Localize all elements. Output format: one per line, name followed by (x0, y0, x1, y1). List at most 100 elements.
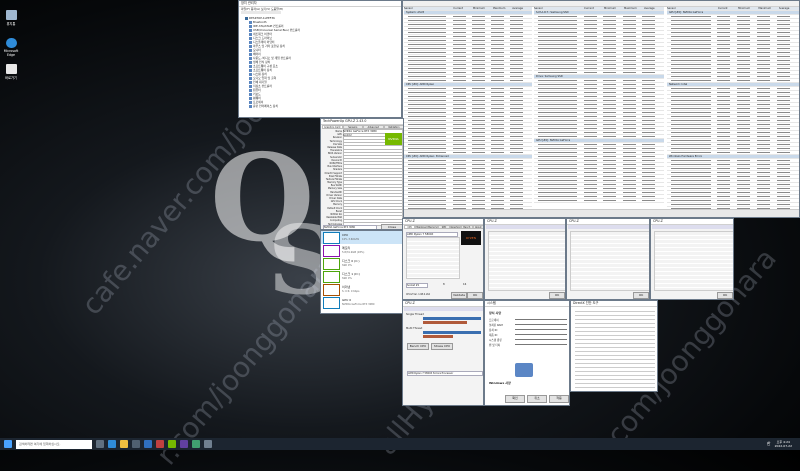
taskbar: 검색하려면 여기에 입력하십시오. 한 오후 4:24 2022-07-22 (0, 438, 800, 450)
sensor-name-placeholder (408, 112, 447, 113)
sensor-value-placeholder (642, 28, 655, 29)
stress-cpu-button[interactable]: Stress CPU (431, 343, 453, 350)
sensor-value-placeholder (583, 148, 597, 149)
sensor-value-placeholder (622, 144, 636, 145)
mini-graph (323, 231, 340, 244)
performance-list[interactable]: CPU 10% 3.60GHz 메모리 5.8/31.9GB (18%) 디스크 0 (… (321, 231, 403, 309)
cpuz-memory-window[interactable]: CPU-Z OK (566, 218, 650, 300)
sensor-value-placeholder (756, 192, 770, 193)
clock[interactable]: 오후 4:24 2022-07-22 (775, 440, 792, 448)
bench-cpu-button[interactable]: Bench CPU (407, 343, 429, 350)
sensor-value-placeholder (736, 80, 751, 81)
cpuz-spd-window[interactable]: CPU-Z OK (650, 218, 734, 300)
cpuz-bench-window[interactable]: CPU-Z Single Thread Multi Thread Bench C… (402, 300, 484, 406)
desktop-icon-edge[interactable]: Microsoft Edge (2, 38, 20, 57)
performance-item[interactable]: 디스크 0 (C:) SSD 0% (321, 257, 403, 270)
performance-item[interactable]: 메모리 5.8/31.9GB (18%) (321, 244, 403, 257)
sensor-name-placeholder (408, 144, 447, 145)
store-icon[interactable] (132, 440, 140, 448)
cpuz-cpu-window[interactable]: CPU-Z CPU Mainboard Memory SPD Graphics Bench… (402, 218, 484, 300)
sensor-value-placeholder (510, 56, 524, 57)
ok-button[interactable]: OK (549, 292, 565, 299)
sensor-value-placeholder (756, 132, 770, 133)
cpuz-tab[interactable]: CPU (404, 225, 416, 229)
hwinfo-icon[interactable] (156, 440, 164, 448)
sensor-value-placeholder (642, 200, 655, 201)
sensor-section-label: Windows Hardware Errors (669, 155, 703, 158)
sensor-value-placeholder (622, 72, 636, 73)
desktop-icon-recycle-bin[interactable]: 휴지통 (2, 10, 20, 26)
ime-indicator[interactable]: 한 (767, 441, 771, 447)
sensor-value-placeholder (510, 60, 524, 61)
cancel-button[interactable]: 취소 (527, 395, 547, 403)
taskbar-search-box[interactable]: 검색하려면 여기에 입력하십시오. (16, 439, 92, 449)
desktop-icon-shortcut[interactable]: 바로가기 (2, 64, 20, 80)
gpuz-tab[interactable]: Advanced (363, 125, 384, 129)
settings-icon[interactable] (204, 440, 212, 448)
sensor-value-placeholder (756, 16, 770, 17)
device-tree[interactable]: DESKTOP-1LEEF3K Bluetooth IDE ATA/ATAPI 컨트… (245, 16, 395, 108)
cpuz-tab[interactable]: Bench (461, 225, 473, 229)
gpuz-tab[interactable]: Sensors (342, 125, 363, 129)
sensor-value-placeholder (491, 168, 504, 169)
file-explorer-icon[interactable] (120, 440, 128, 448)
device-manager-window[interactable]: 장치 관리자 파일(F) 동작(A) 보기(V) 도움말(H) DESKTOP-… (238, 0, 402, 118)
bench-tab-strip[interactable] (404, 307, 483, 311)
performance-item[interactable]: GPU 0 NVIDIA GeForce RTX 3080 (321, 296, 403, 309)
sensor-value-placeholder (491, 104, 504, 105)
performance-item[interactable]: CPU 10% 3.60GHz (321, 231, 403, 244)
task-manager-window[interactable]: CPU 10% 3.60GHz 메모리 5.8/31.9GB (18%) 디스크 0 (… (320, 230, 404, 314)
cpuz-tabs[interactable] (652, 225, 733, 229)
sensor-section-label: GPU [#0]: NVIDIA GeForce (536, 139, 571, 142)
task-manager-icon[interactable] (192, 440, 200, 448)
sensor-value-placeholder (583, 120, 597, 121)
sensor-value-placeholder (491, 48, 504, 49)
cpuz-tabs[interactable] (486, 225, 565, 229)
sensor-value-placeholder (642, 48, 655, 49)
gpuz-icon[interactable] (168, 440, 176, 448)
sensor-value-placeholder (622, 112, 636, 113)
cpuz-tab[interactable]: SPD (438, 225, 450, 229)
mail-icon[interactable] (144, 440, 152, 448)
ok-button[interactable]: OK (467, 292, 483, 299)
reference-select[interactable]: AMD Ryzen 7 5800X 8-Core Processor (407, 371, 483, 376)
cpuz-tab[interactable]: About (472, 225, 483, 229)
validate-button[interactable]: Validate (451, 292, 467, 299)
sensor-name-placeholder (671, 148, 711, 149)
gpuz-tab[interactable]: Validation (383, 125, 403, 129)
sensor-value-placeholder (510, 152, 524, 153)
sensor-panel-3[interactable]: Sensor Current Minimum Maximum Average GPU [#… (667, 7, 799, 217)
performance-item[interactable]: 디스크 1 (D:) SSD 0% (321, 270, 403, 283)
start-icon[interactable] (4, 440, 12, 448)
gpuz-tab[interactable]: Graphics Card (322, 125, 343, 129)
cpuz-tabs[interactable] (568, 225, 649, 229)
sensor-value-placeholder (717, 52, 731, 53)
sensor-panel-1[interactable]: Sensor Current Minimum Maximum Average System… (404, 7, 532, 217)
sensor-value-placeholder (622, 56, 636, 57)
sensor-name-placeholder (671, 40, 711, 41)
apply-button[interactable]: 적용 (549, 395, 569, 403)
edge-icon[interactable] (108, 440, 116, 448)
system-properties-window[interactable]: 시스템 장치 사양 프로세서 설치된 RAM 장치 ID 제품 ID 시스템 종류 펜 및… (484, 300, 570, 406)
gpuz-window[interactable]: TechPowerUp GPU-Z 2.43.0 Graphics Card Se… (320, 118, 404, 230)
task-view-icon[interactable] (96, 440, 104, 448)
sensor-panel-2[interactable]: Sensor Current Minimum Maximum Average S.M.A.… (534, 7, 664, 203)
cpuz-tab[interactable]: Mainboard (415, 225, 427, 229)
performance-item[interactable]: 이더넷 S: 0 R: 0 Kbps (321, 283, 403, 296)
dxdiag-window[interactable]: DirectX 진단 도구 (570, 300, 658, 392)
ok-button[interactable]: OK (717, 292, 733, 299)
ok-button[interactable]: 확인 (505, 395, 525, 403)
cpuz-tab[interactable]: Graphics (449, 225, 462, 229)
ok-button[interactable]: OK (633, 292, 649, 299)
socket-select[interactable]: Socket #1 (406, 283, 428, 288)
sensor-value-placeholder (471, 28, 485, 29)
device-tree-item[interactable]: 휴먼 인터페이스 장치 (245, 104, 395, 108)
cpuz-mainboard-window[interactable]: CPU-Z OK (484, 218, 566, 300)
cpuz-tabs[interactable]: CPU Mainboard Memory SPD Graphics Bench About (404, 225, 483, 229)
hwinfo-sensors-window[interactable]: Sensor Current Minimum Maximum Average System… (402, 0, 800, 218)
cpuz-tab[interactable]: Memory (426, 225, 439, 229)
sensor-value-placeholder (583, 100, 597, 101)
gpuz-tabs[interactable]: Graphics Card Sensors Advanced Validation (322, 125, 403, 129)
cpuz-icon[interactable] (180, 440, 188, 448)
performance-text: 이더넷 S: 0 R: 0 Kbps (342, 285, 359, 293)
